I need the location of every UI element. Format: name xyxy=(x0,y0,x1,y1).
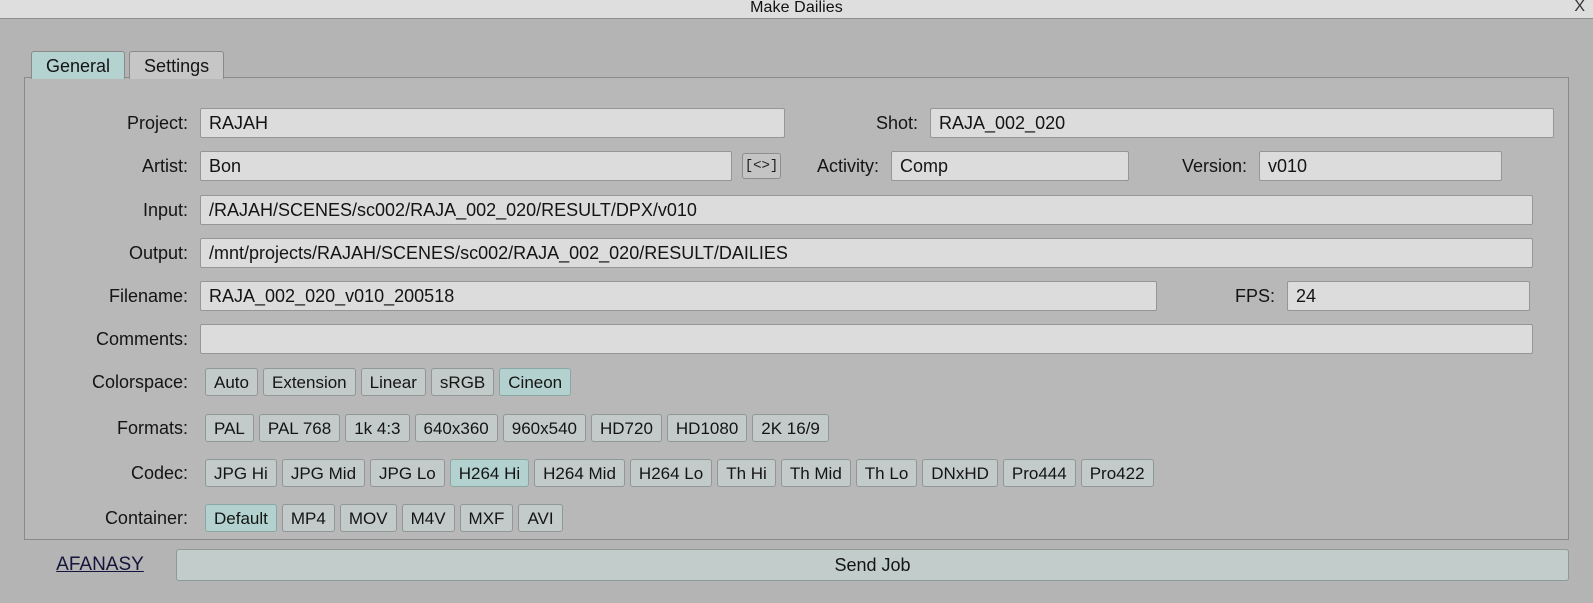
codec-option-h264-hi[interactable]: H264 Hi xyxy=(449,459,530,487)
send-job-button[interactable]: Send Job xyxy=(176,549,1569,581)
colorspace-option-auto[interactable]: Auto xyxy=(205,368,258,396)
window-titlebar: Make Dailies X xyxy=(0,0,1593,19)
input-label: Input: xyxy=(142,200,188,220)
container-option-mp4[interactable]: MP4 xyxy=(281,504,335,532)
input-path-input[interactable]: /RAJAH/SCENES/sc002/RAJA_002_020/RESULT/… xyxy=(200,195,1533,225)
formats-option-2k-16-9[interactable]: 2K 16/9 xyxy=(752,414,829,442)
artist-swap-button[interactable]: [<>] xyxy=(742,153,781,179)
activity-input[interactable]: Comp xyxy=(891,151,1129,181)
formats-option-pal[interactable]: PAL xyxy=(205,414,254,442)
row-codec: Codec: JPG Hi JPG Mid JPG Lo H264 Hi H26… xyxy=(25,459,1154,487)
output-path-input[interactable]: /mnt/projects/RAJAH/SCENES/sc002/RAJA_00… xyxy=(200,238,1533,268)
filename-input[interactable]: RAJA_002_020_v010_200518 xyxy=(200,281,1157,311)
container-option-mxf[interactable]: MXF xyxy=(459,504,514,532)
project-label: Project: xyxy=(126,113,188,133)
tab-settings[interactable]: Settings xyxy=(129,51,225,79)
row-output: Output: /mnt/projects/RAJAH/SCENES/sc002… xyxy=(25,238,1568,268)
row-comments: Comments: xyxy=(25,324,1568,354)
container-option-mov[interactable]: MOV xyxy=(339,504,397,532)
tab-settings-label: Settings xyxy=(144,55,210,76)
window-title: Make Dailies xyxy=(750,0,843,16)
comments-label: Comments: xyxy=(95,329,188,349)
colorspace-label: Colorspace: xyxy=(91,372,188,392)
tab-bar: General Settings xyxy=(31,49,225,79)
codec-option-th-lo[interactable]: Th Lo xyxy=(855,459,918,487)
project-input[interactable]: RAJAH xyxy=(200,108,785,138)
codec-option-jpg-lo[interactable]: JPG Lo xyxy=(370,459,445,487)
colorspace-option-cineon[interactable]: Cineon xyxy=(499,368,572,396)
colorspace-option-linear[interactable]: Linear xyxy=(360,368,426,396)
row-colorspace: Colorspace: Auto Extension Linear sRGB C… xyxy=(25,368,572,396)
codec-option-pro444[interactable]: Pro444 xyxy=(1002,459,1076,487)
tab-general[interactable]: General xyxy=(31,51,126,79)
colorspace-option-srgb[interactable]: sRGB xyxy=(430,368,495,396)
container-option-default[interactable]: Default xyxy=(205,504,277,532)
codec-option-th-mid[interactable]: Th Mid xyxy=(780,459,851,487)
output-label: Output: xyxy=(128,243,188,263)
codec-option-h264-mid[interactable]: H264 Mid xyxy=(534,459,625,487)
codec-option-jpg-hi[interactable]: JPG Hi xyxy=(205,459,277,487)
row-input: Input: /RAJAH/SCENES/sc002/RAJA_002_020/… xyxy=(25,195,1568,225)
general-tab-panel: Project: RAJAH Shot: RAJA_002_020 Artist… xyxy=(24,77,1569,540)
fps-label: FPS: xyxy=(1234,286,1275,306)
row-filename-fps: Filename: RAJA_002_020_v010_200518 FPS: … xyxy=(25,281,1568,311)
tab-general-label: General xyxy=(46,55,111,76)
formats-option-hd1080[interactable]: HD1080 xyxy=(666,414,748,442)
filename-label: Filename: xyxy=(108,286,188,306)
codec-option-jpg-mid[interactable]: JPG Mid xyxy=(281,459,366,487)
row-project-shot: Project: RAJAH Shot: RAJA_002_020 xyxy=(25,108,1568,138)
version-input[interactable]: v010 xyxy=(1259,151,1502,181)
container-label: Container: xyxy=(104,508,188,528)
formats-label: Formats: xyxy=(116,418,188,438)
close-icon[interactable]: X xyxy=(1574,0,1585,17)
version-label: Version: xyxy=(1181,156,1247,176)
row-artist-activity-version: Artist: Bon [<>] Activity: Comp Version:… xyxy=(25,151,1568,181)
container-option-avi[interactable]: AVI xyxy=(518,504,563,532)
formats-option-640x360[interactable]: 640x360 xyxy=(414,414,498,442)
shot-input[interactable]: RAJA_002_020 xyxy=(930,108,1554,138)
footer-bar: AFANASY Send Job xyxy=(24,547,1569,583)
artist-input[interactable]: Bon xyxy=(200,151,732,181)
codec-option-pro422[interactable]: Pro422 xyxy=(1080,459,1154,487)
window-body: General Settings Project: RAJAH Shot: RA… xyxy=(0,19,1593,603)
codec-option-th-hi[interactable]: Th Hi xyxy=(717,459,776,487)
codec-option-dnxhd[interactable]: DNxHD xyxy=(922,459,998,487)
codec-label: Codec: xyxy=(130,463,188,483)
formats-option-pal-768[interactable]: PAL 768 xyxy=(258,414,341,442)
shot-label: Shot: xyxy=(875,113,918,133)
row-container: Container: Default MP4 MOV M4V MXF AVI xyxy=(25,504,563,532)
container-option-m4v[interactable]: M4V xyxy=(401,504,455,532)
afanasy-link[interactable]: AFANASY xyxy=(24,554,176,576)
comments-input[interactable] xyxy=(200,324,1533,354)
formats-option-1k-4-3[interactable]: 1k 4:3 xyxy=(345,414,410,442)
artist-label: Artist: xyxy=(141,156,188,176)
codec-option-h264-lo[interactable]: H264 Lo xyxy=(629,459,713,487)
row-formats: Formats: PAL PAL 768 1k 4:3 640x360 960x… xyxy=(25,414,829,442)
formats-option-hd720[interactable]: HD720 xyxy=(590,414,662,442)
formats-option-960x540[interactable]: 960x540 xyxy=(502,414,586,442)
activity-label: Activity: xyxy=(816,156,879,176)
fps-input[interactable]: 24 xyxy=(1287,281,1530,311)
colorspace-option-extension[interactable]: Extension xyxy=(262,368,356,396)
